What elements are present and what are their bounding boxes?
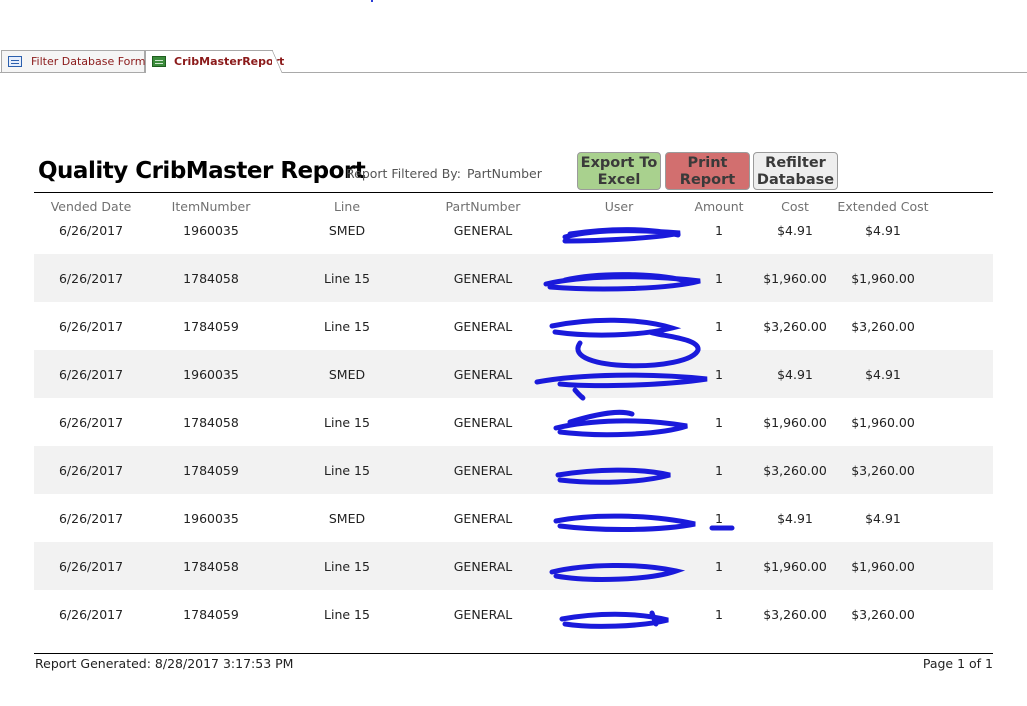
cell-vended-date: 6/26/2017	[58, 607, 124, 622]
cell-line: Line 15	[324, 415, 370, 430]
cell-cost: $4.91	[777, 223, 813, 238]
cell-part-number: GENERAL	[453, 415, 513, 430]
cell-extended-cost: $4.91	[865, 511, 901, 526]
filter-label: Report Filtered By:	[346, 166, 461, 181]
tab-label: CribMasterReport	[174, 55, 285, 68]
footer-divider	[34, 653, 993, 654]
cell-extended-cost: $4.91	[865, 223, 901, 238]
filter-value: PartNumber	[467, 166, 542, 181]
cell-line: SMED	[328, 511, 366, 526]
header-divider	[34, 192, 993, 193]
table-row: 6/26/2017 1960035 SMED GENERAL 1 $4.91 $4.91	[34, 206, 993, 254]
cell-item-number: 1784058	[183, 559, 239, 574]
cell-amount: 1	[715, 271, 723, 286]
button-label-line-1: Refilter	[765, 155, 826, 171]
cell-vended-date: 6/26/2017	[58, 415, 124, 430]
cell-amount: 1	[715, 607, 723, 622]
cell-amount: 1	[715, 415, 723, 430]
cell-cost: $4.91	[777, 511, 813, 526]
table-row: 6/26/2017 1960035 SMED GENERAL 1 $4.91 $4.91	[34, 494, 993, 542]
cell-extended-cost: $3,260.00	[851, 463, 915, 478]
button-label-line-1: Print	[687, 155, 728, 171]
button-label-line-2: Report	[679, 172, 736, 188]
cell-extended-cost: $4.91	[865, 367, 901, 382]
cell-vended-date: 6/26/2017	[58, 367, 124, 382]
button-label-line-1: Export To	[580, 155, 658, 171]
cell-part-number: GENERAL	[453, 607, 513, 622]
tab-cribmaster-report[interactable]: CribMasterReport	[145, 50, 284, 73]
report-title: Quality CribMaster Report	[38, 158, 366, 184]
cell-vended-date: 6/26/2017	[58, 319, 124, 334]
stray-dot	[371, 0, 373, 2]
print-report-button[interactable]: Print Report	[665, 152, 750, 190]
cell-part-number: GENERAL	[453, 367, 513, 382]
cell-line: Line 15	[324, 559, 370, 574]
report-generated-text: Report Generated: 8/28/2017 3:17:53 PM	[35, 656, 294, 671]
cell-item-number: 1960035	[183, 367, 239, 382]
tab-filter-database-form[interactable]: Filter Database Form	[1, 50, 145, 72]
cell-cost: $3,260.00	[763, 607, 827, 622]
cell-extended-cost: $3,260.00	[851, 607, 915, 622]
cell-cost: $3,260.00	[763, 319, 827, 334]
cell-extended-cost: $1,960.00	[851, 559, 915, 574]
cell-line: SMED	[328, 367, 366, 382]
table-row: 6/26/2017 1784059 Line 15 GENERAL 1 $3,260.00…	[34, 590, 993, 638]
form-icon	[8, 56, 22, 67]
cell-part-number: GENERAL	[453, 511, 513, 526]
export-to-excel-button[interactable]: Export To Excel	[577, 152, 661, 190]
table-row: 6/26/2017 1784058 Line 15 GENERAL 1 $1,960.00…	[34, 542, 993, 590]
cell-part-number: GENERAL	[453, 271, 513, 286]
table-row: 6/26/2017 1784058 Line 15 GENERAL 1 $1,960.00…	[34, 398, 993, 446]
cell-vended-date: 6/26/2017	[58, 511, 124, 526]
table-row: 6/26/2017 1784059 Line 15 GENERAL 1 $3,260.00…	[34, 446, 993, 494]
cell-vended-date: 6/26/2017	[58, 463, 124, 478]
button-label-line-2: Excel	[597, 172, 641, 188]
cell-extended-cost: $1,960.00	[851, 415, 915, 430]
refilter-database-button[interactable]: Refilter Database	[753, 152, 838, 190]
button-label-line-2: Database	[756, 172, 835, 188]
cell-part-number: GENERAL	[453, 559, 513, 574]
cell-amount: 1	[715, 319, 723, 334]
cell-part-number: GENERAL	[453, 223, 513, 238]
document-tab-bar: Filter Database Form CribMasterReport	[0, 48, 1027, 73]
cell-line: Line 15	[324, 463, 370, 478]
cell-item-number: 1784058	[183, 271, 239, 286]
cell-item-number: 1960035	[183, 511, 239, 526]
cell-amount: 1	[715, 223, 723, 238]
cell-item-number: 1784059	[183, 319, 239, 334]
table-row: 6/26/2017 1960035 SMED GENERAL 1 $4.91 $4.91	[34, 350, 993, 398]
cell-item-number: 1960035	[183, 223, 239, 238]
table-row: 6/26/2017 1784058 Line 15 GENERAL 1 $1,960.00…	[34, 254, 993, 302]
cell-item-number: 1784059	[183, 463, 239, 478]
tab-label: Filter Database Form	[31, 55, 146, 68]
cell-vended-date: 6/26/2017	[58, 223, 124, 238]
cell-amount: 1	[715, 463, 723, 478]
cell-amount: 1	[715, 367, 723, 382]
cell-vended-date: 6/26/2017	[58, 559, 124, 574]
cell-line: Line 15	[324, 319, 370, 334]
report-icon	[152, 56, 166, 67]
cell-cost: $4.91	[777, 367, 813, 382]
cell-part-number: GENERAL	[453, 319, 513, 334]
table-row: 6/26/2017 1784059 Line 15 GENERAL 1 $3,260.00…	[34, 302, 993, 350]
cell-cost: $3,260.00	[763, 463, 827, 478]
page-number: Page 1 of 1	[922, 656, 993, 671]
cell-line: SMED	[328, 223, 366, 238]
cell-part-number: GENERAL	[453, 463, 513, 478]
cell-line: Line 15	[324, 607, 370, 622]
cell-cost: $1,960.00	[763, 559, 827, 574]
cell-line: Line 15	[324, 271, 370, 286]
cell-extended-cost: $1,960.00	[851, 271, 915, 286]
cell-item-number: 1784058	[183, 415, 239, 430]
cell-amount: 1	[715, 559, 723, 574]
cell-item-number: 1784059	[183, 607, 239, 622]
cell-extended-cost: $3,260.00	[851, 319, 915, 334]
cell-vended-date: 6/26/2017	[58, 271, 124, 286]
cell-cost: $1,960.00	[763, 271, 827, 286]
cell-cost: $1,960.00	[763, 415, 827, 430]
cell-amount: 1	[715, 511, 723, 526]
